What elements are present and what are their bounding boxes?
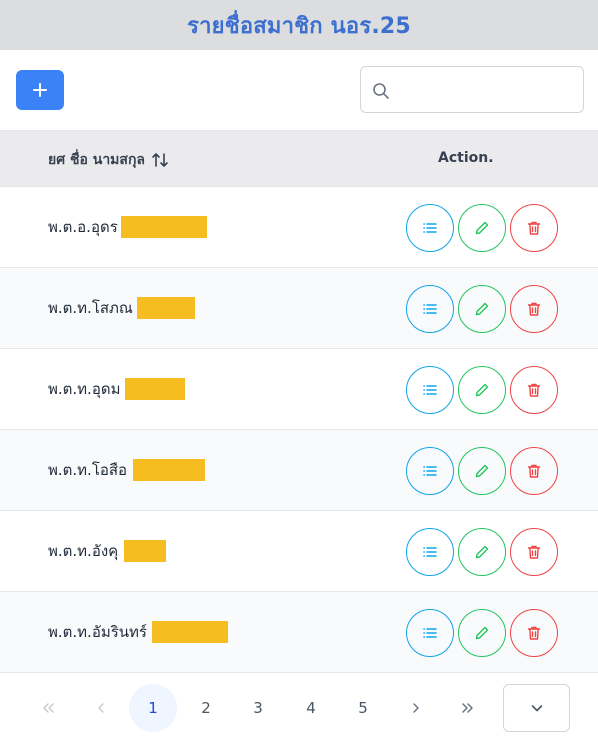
view-button[interactable] [406,285,454,333]
edit-button[interactable] [458,285,506,333]
trash-icon [527,626,541,640]
pencil-icon [475,464,489,478]
chevron-down-icon [531,705,542,712]
edit-button[interactable] [458,447,506,495]
list-icon [423,385,437,395]
title-bar: รายชื่อสมาชิก นอร.25 [0,0,598,50]
edit-button[interactable] [458,609,506,657]
pencil-icon [475,302,489,316]
rows-per-page-dropdown[interactable] [503,684,570,732]
list-icon [423,547,437,557]
table-row: พ.ต.ท.อุดม [0,349,598,430]
member-name: พ.ต.ท.โอสือ [48,461,128,479]
pencil-icon [475,626,489,640]
view-button[interactable] [406,609,454,657]
chevron-right-icon [413,703,419,713]
member-name: พ.ต.ท.โสภณ [48,299,133,317]
page-1-button[interactable]: 1 [129,684,177,732]
redacted-surname [133,459,206,481]
list-icon [423,223,437,233]
column-header-name-label: ยศ ชื่อ นามสกุล [48,152,146,168]
table-header: ยศ ชื่อ นามสกุล Action. [0,130,598,187]
member-name-cell: พ.ต.ท.โอสือ [48,430,206,510]
table-row: พ.ต.ท.อังคุ [0,511,598,592]
edit-button[interactable] [458,204,506,252]
search-box[interactable] [360,66,584,113]
view-button[interactable] [406,204,454,252]
plus-icon [33,83,47,97]
page-5-button[interactable]: 5 [339,684,387,732]
last-page-button[interactable] [444,684,492,732]
list-icon [423,466,437,476]
page-3-button[interactable]: 3 [234,684,282,732]
list-icon [423,628,437,638]
view-button[interactable] [406,366,454,414]
table-row: พ.ต.ท.โสภณ [0,268,598,349]
double-chevron-left-icon [43,703,54,713]
delete-button[interactable] [510,447,558,495]
toolbar [0,50,598,130]
table-row: พ.ต.ท.อัมรินทร์ [0,592,598,673]
delete-button[interactable] [510,528,558,576]
search-input[interactable] [397,67,577,112]
delete-button[interactable] [510,204,558,252]
trash-icon [527,383,541,397]
table-row: พ.ต.อ.อุดร [0,187,598,268]
sort-icon[interactable] [151,151,169,169]
member-name: พ.ต.อ.อุดร [48,218,118,236]
view-button[interactable] [406,528,454,576]
redacted-surname [136,297,195,319]
member-name-cell: พ.ต.ท.อังคุ [48,511,167,591]
list-icon [423,304,437,314]
page-4-button[interactable]: 4 [287,684,335,732]
page-title: รายชื่อสมาชิก นอร.25 [187,13,411,39]
chevron-left-icon [98,703,104,713]
member-name-cell: พ.ต.ท.อุดม [48,349,186,429]
member-name: พ.ต.ท.อัมรินทร์ [48,623,147,641]
previous-page-button[interactable] [77,684,125,732]
delete-button[interactable] [510,366,558,414]
trash-icon [527,545,541,559]
trash-icon [527,221,541,235]
double-chevron-right-icon [462,703,473,713]
pagination: 1 2 3 4 5 [0,672,598,741]
table-body: พ.ต.อ.อุดร พ.ต.ท.โสภณ พ.ต.ท.อุดม พ.ต.ท.โ… [0,187,598,673]
page-2-button[interactable]: 2 [182,684,230,732]
member-name-cell: พ.ต.ท.อัมรินทร์ [48,592,228,672]
pencil-icon [475,383,489,397]
redacted-surname [125,378,186,400]
add-member-button[interactable] [16,70,64,110]
pencil-icon [475,221,489,235]
column-header-name[interactable]: ยศ ชื่อ นามสกุล [48,149,169,171]
member-name: พ.ต.ท.อุดม [48,380,121,398]
redacted-surname [120,216,207,238]
first-page-button[interactable] [24,684,72,732]
delete-button[interactable] [510,285,558,333]
trash-icon [527,464,541,478]
edit-button[interactable] [458,366,506,414]
member-name-cell: พ.ต.อ.อุดร [48,187,207,267]
pencil-icon [475,545,489,559]
redacted-surname [124,540,167,562]
column-header-action: Action. [438,150,494,166]
redacted-surname [151,621,228,643]
next-page-button[interactable] [392,684,440,732]
delete-button[interactable] [510,609,558,657]
edit-button[interactable] [458,528,506,576]
table-row: พ.ต.ท.โอสือ [0,430,598,511]
search-icon [373,83,389,99]
trash-icon [527,302,541,316]
member-name-cell: พ.ต.ท.โสภณ [48,268,195,348]
view-button[interactable] [406,447,454,495]
member-name: พ.ต.ท.อังคุ [48,542,119,560]
